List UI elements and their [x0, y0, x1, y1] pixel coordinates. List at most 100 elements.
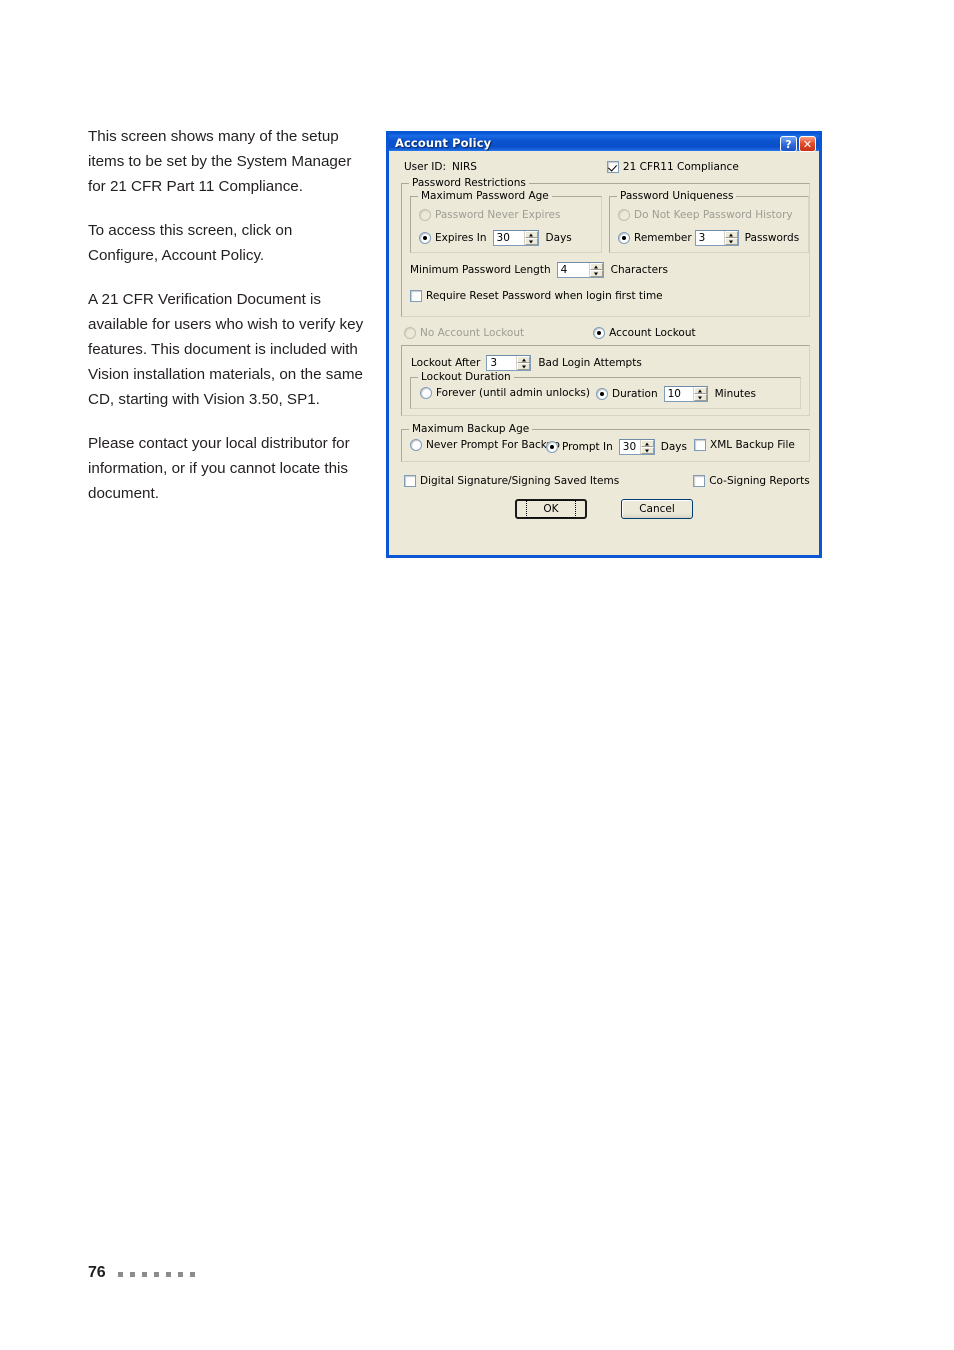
stepper-down-icon[interactable]	[724, 238, 738, 245]
remember-label: Remember	[634, 232, 692, 244]
stepper-up-icon[interactable]	[724, 231, 738, 238]
checkbox-icon[interactable]	[694, 439, 706, 451]
radio-icon[interactable]	[420, 387, 432, 399]
maximum-password-age-group: Maximum Password Age Password Never Expi…	[410, 190, 602, 253]
footer-dot	[130, 1272, 136, 1277]
expires-in-value[interactable]: 30	[493, 231, 524, 245]
prompt-in-value[interactable]: 30	[619, 440, 640, 454]
paragraph-3: A 21 CFR Verification Document is availa…	[88, 291, 364, 408]
dialog-title: Account Policy	[395, 135, 492, 150]
prompt-in-label: Prompt In	[562, 441, 613, 453]
paragraph-2: To access this screen, click on Configur…	[88, 222, 293, 264]
duration-radio[interactable]: Duration 10 Minutes	[596, 386, 756, 402]
account-lockout-radio-row: No Account Lockout Account Lockout	[404, 327, 812, 339]
lockout-after-stepper[interactable]: 3	[486, 355, 532, 371]
remember-value[interactable]: 3	[695, 231, 724, 245]
stepper-down-icon[interactable]	[517, 363, 531, 370]
lockout-after-unit: Bad Login Attempts	[538, 357, 642, 369]
expires-in-radio[interactable]: Expires In 30 Days	[419, 230, 572, 246]
stepper-buttons[interactable]	[516, 356, 531, 370]
cancel-button-label: Cancel	[639, 503, 675, 515]
stepper-up-icon[interactable]	[524, 231, 538, 238]
radio-icon	[419, 209, 431, 221]
stepper-buttons[interactable]	[523, 231, 538, 245]
stepper-buttons[interactable]	[723, 231, 738, 245]
cancel-button[interactable]: Cancel	[621, 499, 693, 519]
prompt-in-stepper[interactable]: 30	[618, 439, 655, 455]
minimum-password-length-unit: Characters	[610, 264, 668, 276]
minimum-password-length-stepper[interactable]: 4	[556, 262, 604, 278]
radio-icon[interactable]	[596, 388, 608, 400]
xml-backup-file-label: XML Backup File	[710, 439, 795, 451]
radio-icon[interactable]	[410, 439, 422, 451]
never-prompt-radio[interactable]: Never Prompt For Backup	[410, 439, 560, 451]
maximum-password-age-title: Maximum Password Age	[418, 190, 552, 202]
expires-in-stepper[interactable]: 30	[492, 230, 539, 246]
paragraph-1: This screen shows many of the setup item…	[88, 128, 352, 195]
footer-dot	[178, 1272, 184, 1277]
stepper-buttons[interactable]	[639, 440, 654, 454]
lockout-duration-group: Lockout Duration Forever (until admin un…	[410, 371, 801, 409]
password-restrictions-title: Password Restrictions	[409, 177, 529, 189]
footer-dot	[166, 1272, 172, 1277]
compliance-checkbox[interactable]: 21 CFR11 Compliance	[606, 161, 739, 173]
radio-icon[interactable]	[593, 327, 606, 339]
forever-radio[interactable]: Forever (until admin unlocks)	[420, 387, 590, 399]
xml-backup-file-checkbox[interactable]: XML Backup File	[694, 439, 795, 451]
password-never-expires-label: Password Never Expires	[435, 209, 561, 221]
lockout-duration-title: Lockout Duration	[418, 371, 514, 383]
dialog-titlebar[interactable]: Account Policy ? ✕	[386, 131, 822, 152]
compliance-checkbox-label: 21 CFR11 Compliance	[622, 161, 739, 173]
paragraph-4: Please contact your local distributor fo…	[88, 435, 350, 502]
radio-icon[interactable]	[546, 441, 558, 453]
ok-button[interactable]: OK	[515, 499, 587, 519]
remember-passwords-radio[interactable]: Remember 3 Passwords	[618, 230, 799, 246]
radio-icon[interactable]	[419, 232, 431, 244]
stepper-up-icon[interactable]	[589, 263, 603, 270]
no-password-history-radio: Do Not Keep Password History	[618, 209, 793, 221]
require-reset-checkbox[interactable]: Require Reset Password when login first …	[410, 290, 663, 302]
stepper-down-icon[interactable]	[693, 394, 707, 401]
stepper-up-icon[interactable]	[693, 387, 707, 394]
never-prompt-label: Never Prompt For Backup	[426, 439, 560, 451]
radio-icon[interactable]	[618, 232, 630, 244]
expires-in-unit: Days	[545, 232, 572, 244]
titlebar-button-group: ? ✕	[780, 136, 816, 152]
duration-stepper[interactable]: 10	[663, 386, 708, 402]
stepper-down-icon[interactable]	[524, 238, 538, 245]
stepper-buttons[interactable]	[588, 263, 603, 277]
help-icon[interactable]: ?	[780, 136, 797, 152]
remember-unit: Passwords	[744, 232, 800, 244]
account-lockout-radio[interactable]: Account Lockout	[593, 327, 696, 339]
digital-signature-checkbox[interactable]: Digital Signature/Signing Saved Items	[404, 475, 619, 487]
document-text-column: This screen shows many of the setup item…	[88, 124, 366, 525]
stepper-up-icon[interactable]	[517, 356, 531, 363]
minimum-password-length-value[interactable]: 4	[557, 263, 589, 277]
stepper-down-icon[interactable]	[640, 447, 654, 454]
digital-signature-label: Digital Signature/Signing Saved Items	[420, 475, 620, 487]
minimum-password-length-label: Minimum Password Length	[410, 264, 551, 276]
prompt-in-radio[interactable]: Prompt In 30 Days	[546, 439, 687, 455]
account-lockout-label: Account Lockout	[609, 327, 696, 339]
stepper-buttons[interactable]	[692, 387, 707, 401]
maximum-backup-age-title: Maximum Backup Age	[409, 423, 533, 435]
remember-stepper[interactable]: 3	[694, 230, 739, 246]
page-number: 76	[88, 1264, 106, 1281]
radio-icon	[404, 327, 416, 339]
co-signing-reports-checkbox[interactable]: Co-Signing Reports	[693, 475, 810, 487]
close-icon[interactable]: ✕	[799, 136, 816, 152]
stepper-down-icon[interactable]	[589, 270, 603, 277]
bottom-checkbox-row: Digital Signature/Signing Saved Items Co…	[404, 475, 812, 487]
duration-label: Duration	[612, 388, 658, 400]
minimum-password-length-row: Minimum Password Length 4 Characters	[410, 262, 668, 278]
stepper-up-icon[interactable]	[640, 440, 654, 447]
checkbox-icon[interactable]	[410, 290, 422, 302]
expires-in-label: Expires In	[435, 232, 487, 244]
password-uniqueness-title: Password Uniqueness	[617, 190, 737, 202]
password-uniqueness-group: Password Uniqueness Do Not Keep Password…	[609, 190, 809, 253]
checkbox-icon[interactable]	[606, 161, 619, 173]
duration-value[interactable]: 10	[664, 387, 693, 401]
checkbox-icon[interactable]	[693, 475, 706, 487]
checkbox-icon[interactable]	[404, 475, 416, 487]
lockout-after-value[interactable]: 3	[487, 356, 517, 370]
